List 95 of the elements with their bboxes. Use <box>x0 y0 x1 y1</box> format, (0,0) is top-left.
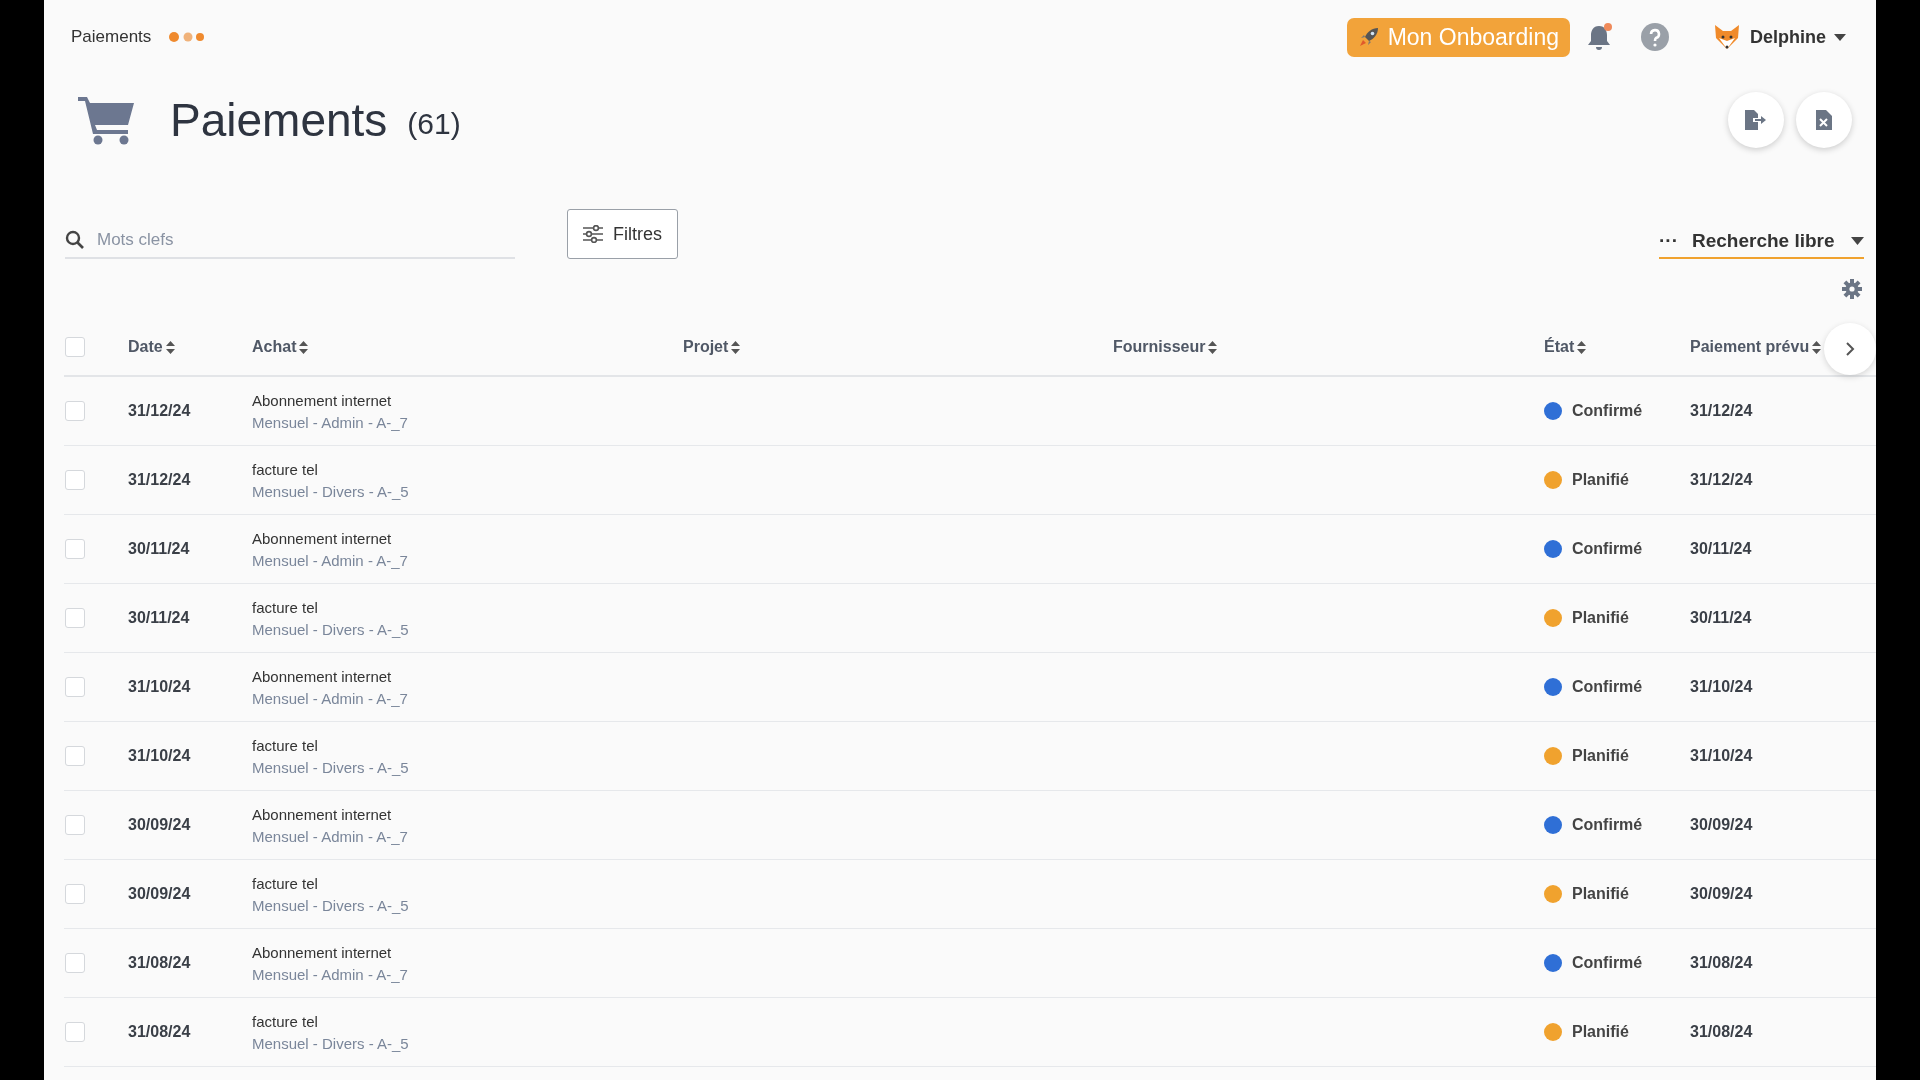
payment-date-cell-text: 31/10/24 <box>1690 747 1754 765</box>
loading-dots-icon <box>169 32 206 42</box>
purchase-name: facture tel <box>252 874 319 892</box>
checkbox[interactable] <box>65 470 85 490</box>
page-title: Paiements <box>170 93 388 147</box>
column-header[interactable]: Achat <box>252 338 297 356</box>
checkbox[interactable] <box>65 884 85 904</box>
payment-date-cell-text: 31/12/24 <box>1690 471 1754 489</box>
purchase-name: facture tel <box>252 1012 319 1030</box>
breadcrumb[interactable]: Paiements <box>71 27 152 47</box>
sort-icon[interactable] <box>299 340 309 354</box>
payment-date-cell-text: 30/09/24 <box>1690 885 1754 903</box>
fox-avatar-icon <box>1712 22 1742 52</box>
purchase-details: Mensuel - Divers - A-_5 <box>252 758 410 776</box>
checkbox[interactable] <box>65 953 85 973</box>
sort-icon[interactable] <box>1577 340 1587 354</box>
checkbox[interactable] <box>65 539 85 559</box>
status-label: Planifié <box>1572 609 1629 627</box>
caret-icon <box>1851 237 1864 245</box>
purchase-details: Mensuel - Divers - A-_5 <box>252 896 410 914</box>
checkbox[interactable] <box>65 608 85 628</box>
item-count: (61) <box>407 107 461 141</box>
purchase-name: Abonnement internet <box>252 529 393 547</box>
filters-button[interactable]: Filtres <box>567 209 678 259</box>
cart-icon <box>78 95 136 145</box>
purchase-name: Abonnement internet <box>252 805 393 823</box>
file-export-icon <box>1745 110 1767 130</box>
payment-date-cell-text: 31/08/24 <box>1690 1023 1754 1041</box>
search-field[interactable]: Mots clefs <box>85 223 515 259</box>
date-cell-text: 30/09/24 <box>128 885 192 903</box>
status-label: Confirmé <box>1572 540 1643 558</box>
status-label: Planifié <box>1572 471 1629 489</box>
rocket-icon <box>1357 26 1380 48</box>
status-label: Planifié <box>1572 747 1629 765</box>
purchase-name: facture tel <box>252 736 319 754</box>
sort-icon[interactable] <box>1208 340 1218 354</box>
date-cell-text: 30/09/24 <box>128 816 192 834</box>
chevron-right-icon <box>1845 341 1855 357</box>
file-icon <box>1816 110 1832 130</box>
export-button[interactable] <box>1728 92 1784 148</box>
status-label: Confirmé <box>1572 954 1643 972</box>
date-cell-text: 30/11/24 <box>128 540 191 558</box>
purchase-name: facture tel <box>252 460 319 478</box>
payment-date-cell-text: 31/08/24 <box>1690 954 1754 972</box>
column-header[interactable]: Projet <box>683 338 729 356</box>
checkbox[interactable] <box>65 746 85 766</box>
date-cell-text: 31/10/24 <box>128 747 192 765</box>
status-label: Confirmé <box>1572 402 1643 420</box>
date-cell-text: 31/12/24 <box>128 402 192 420</box>
payment-date-cell-text: 30/11/24 <box>1690 540 1753 558</box>
date-cell-text: 31/10/24 <box>128 678 192 696</box>
status-label: Planifié <box>1572 1023 1629 1041</box>
status-label: Confirmé <box>1572 678 1643 696</box>
checkbox[interactable] <box>65 815 85 835</box>
sort-icon[interactable] <box>731 340 741 354</box>
purchase-name: facture tel <box>252 598 319 616</box>
checkbox[interactable] <box>65 337 85 357</box>
payment-date-cell-text: 30/09/24 <box>1690 816 1754 834</box>
purchase-details: Mensuel - Admin - A-_7 <box>252 413 409 431</box>
caret-icon <box>1834 33 1846 41</box>
help-icon[interactable] <box>1640 22 1670 52</box>
column-header[interactable]: Date <box>128 338 163 356</box>
date-cell-text: 31/08/24 <box>128 1023 192 1041</box>
user-menu[interactable]: Delphine <box>1706 21 1852 53</box>
column-header[interactable]: État <box>1544 338 1575 356</box>
date-cell-text: 31/12/24 <box>128 471 192 489</box>
purchase-details: Mensuel - Admin - A-_7 <box>252 551 409 569</box>
sort-icon[interactable] <box>165 340 175 354</box>
sliders-icon <box>583 225 603 243</box>
column-header[interactable]: Fournisseur <box>1113 338 1206 356</box>
checkbox[interactable] <box>65 677 85 697</box>
excel-export-button[interactable] <box>1796 92 1852 148</box>
payment-date-cell-text: 31/10/24 <box>1690 678 1754 696</box>
column-header[interactable]: Paiement prévu <box>1690 338 1810 356</box>
purchase-details: Mensuel - Divers - A-_5 <box>252 1034 410 1052</box>
purchase-details: Mensuel - Divers - A-_5 <box>252 620 410 638</box>
purchase-details: Mensuel - Admin - A-_7 <box>252 689 409 707</box>
purchase-details: Mensuel - Admin - A-_7 <box>252 965 409 983</box>
purchase-details: Mensuel - Divers - A-_5 <box>252 482 410 500</box>
search-mode-dropdown[interactable]: ··· Recherche libre <box>1659 225 1864 259</box>
purchase-name: Abonnement internet <box>252 667 393 685</box>
checkbox[interactable] <box>65 401 85 421</box>
purchase-name: Abonnement internet <box>252 391 393 409</box>
checkbox[interactable] <box>65 1022 85 1042</box>
status-label: Planifié <box>1572 885 1629 903</box>
status-label: Confirmé <box>1572 816 1643 834</box>
purchase-details: Mensuel - Admin - A-_7 <box>252 827 409 845</box>
date-cell-text: 30/11/24 <box>128 609 191 627</box>
settings-icon[interactable] <box>1842 279 1862 299</box>
payment-date-cell-text: 30/11/24 <box>1690 609 1753 627</box>
date-cell-text: 31/08/24 <box>128 954 192 972</box>
purchase-name: Abonnement internet <box>252 943 393 961</box>
notification-bell-icon[interactable] <box>1586 22 1614 52</box>
sort-icon[interactable] <box>1812 340 1822 354</box>
payment-date-cell-text: 31/12/24 <box>1690 402 1754 420</box>
